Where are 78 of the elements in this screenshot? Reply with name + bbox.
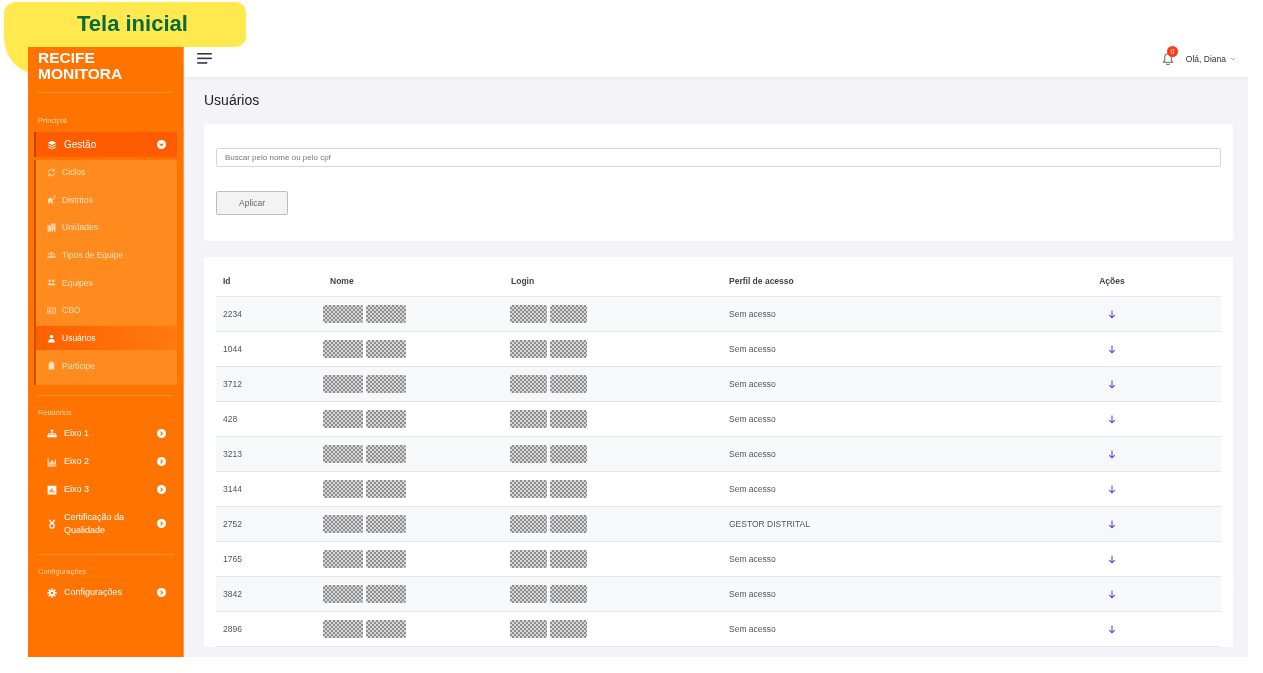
callout-label: Tela inicial bbox=[77, 11, 188, 37]
menu-button[interactable] bbox=[197, 53, 212, 64]
arrow-down-icon[interactable] bbox=[1108, 450, 1116, 460]
table-cell: Sem acesso bbox=[729, 309, 776, 319]
submenu-item[interactable]: CBO bbox=[36, 298, 177, 323]
house-flag-icon bbox=[47, 195, 56, 205]
chevron-right-circle-icon bbox=[157, 588, 166, 598]
submenu-item[interactable]: Tipos de Equipe bbox=[36, 243, 177, 268]
arrow-down-icon[interactable] bbox=[1108, 310, 1116, 320]
chevron-down-circle-icon bbox=[157, 140, 166, 149]
submenu-item[interactable]: Distritos bbox=[36, 187, 177, 212]
table-cell: 3842 bbox=[223, 589, 242, 599]
column-header: Ações bbox=[1099, 276, 1125, 286]
bell-icon bbox=[1161, 51, 1174, 66]
table-cell: 2752 bbox=[223, 519, 242, 529]
chevron-right-circle-icon bbox=[157, 457, 166, 467]
table-cell: Sem acesso bbox=[729, 554, 776, 564]
user-menu[interactable]: Olá, Diana bbox=[1185, 53, 1236, 64]
table-cell: Sem acesso bbox=[729, 379, 776, 389]
table-cell: 2234 bbox=[223, 309, 242, 319]
arrow-down-icon[interactable] bbox=[1108, 485, 1116, 495]
arrow-down-icon[interactable] bbox=[1108, 415, 1116, 425]
logo: RECIFE MONITORA bbox=[37, 50, 124, 82]
table-cell: 1044 bbox=[223, 344, 242, 354]
sitemap-icon bbox=[47, 428, 57, 439]
table-cell: 3712 bbox=[223, 379, 242, 389]
gear-icon bbox=[47, 587, 57, 598]
user-icon bbox=[47, 333, 56, 343]
table-cell: 2896 bbox=[223, 624, 242, 634]
sync-icon bbox=[47, 167, 56, 177]
chevron-right-circle-icon bbox=[157, 429, 166, 439]
arrow-down-icon[interactable] bbox=[1108, 625, 1116, 635]
submenu-item[interactable]: Unidades bbox=[36, 215, 177, 240]
column-header: Login bbox=[511, 276, 535, 286]
submenu-item[interactable]: Usuários bbox=[36, 326, 177, 351]
sidebar-item[interactable]: Configurações bbox=[34, 578, 177, 607]
submenu-item[interactable]: Participe bbox=[36, 353, 177, 378]
chevron-down-icon bbox=[1230, 56, 1236, 61]
table-cell: Sem acesso bbox=[729, 414, 776, 424]
arrow-down-icon[interactable] bbox=[1108, 520, 1116, 530]
sidebar-item[interactable]: Eixo 2 bbox=[34, 447, 177, 476]
users-icon bbox=[47, 278, 56, 288]
arrow-down-icon[interactable] bbox=[1108, 380, 1116, 390]
column-header: Perfil de acesso bbox=[729, 276, 794, 286]
submenu-item[interactable]: Equipes bbox=[36, 270, 177, 295]
arrow-down-icon[interactable] bbox=[1108, 555, 1116, 565]
sidebar-item[interactable]: Gestão bbox=[34, 132, 177, 157]
table-cell: GESTOR DISTRITAL bbox=[729, 519, 810, 529]
sidebar-item[interactable]: Eixo 3 bbox=[34, 475, 177, 504]
submenu-item[interactable]: Ciclos bbox=[36, 160, 177, 184]
menu-icon bbox=[197, 53, 212, 64]
clipboard-icon bbox=[47, 361, 56, 371]
table-cell: 3144 bbox=[223, 484, 242, 494]
sidebar-item[interactable]: Certificação da Qualidade bbox=[34, 503, 177, 544]
table-cell: 428 bbox=[223, 414, 238, 424]
table-cell: Sem acesso bbox=[729, 449, 776, 459]
arrow-down-icon[interactable] bbox=[1108, 345, 1116, 355]
table-cell: Sem acesso bbox=[729, 344, 776, 354]
sidebar-item[interactable]: Eixo 1 bbox=[34, 419, 177, 448]
table-cell: Sem acesso bbox=[729, 484, 776, 494]
user-group-icon bbox=[47, 250, 56, 260]
chevron-right-circle-icon bbox=[157, 519, 166, 529]
column-header: Id bbox=[223, 276, 231, 286]
page-title: Usuários bbox=[204, 91, 261, 109]
apply-button[interactable]: Aplicar bbox=[216, 191, 288, 215]
layers-icon bbox=[47, 139, 57, 150]
table-cell: 1765 bbox=[223, 554, 242, 564]
buildings-icon bbox=[47, 222, 56, 232]
table-cell: Sem acesso bbox=[729, 589, 776, 599]
arrow-down-icon[interactable] bbox=[1108, 590, 1116, 600]
search-field[interactable]: Buscar pelo nome ou pelo cpf bbox=[216, 148, 1221, 167]
medal-icon bbox=[47, 518, 57, 529]
column-header: Nome bbox=[330, 276, 354, 286]
bar-chart-icon bbox=[47, 456, 57, 467]
id-card-icon bbox=[47, 305, 56, 315]
table-cell: Sem acesso bbox=[729, 624, 776, 634]
chevron-right-circle-icon bbox=[157, 485, 166, 495]
table-cell: 3213 bbox=[223, 449, 242, 459]
